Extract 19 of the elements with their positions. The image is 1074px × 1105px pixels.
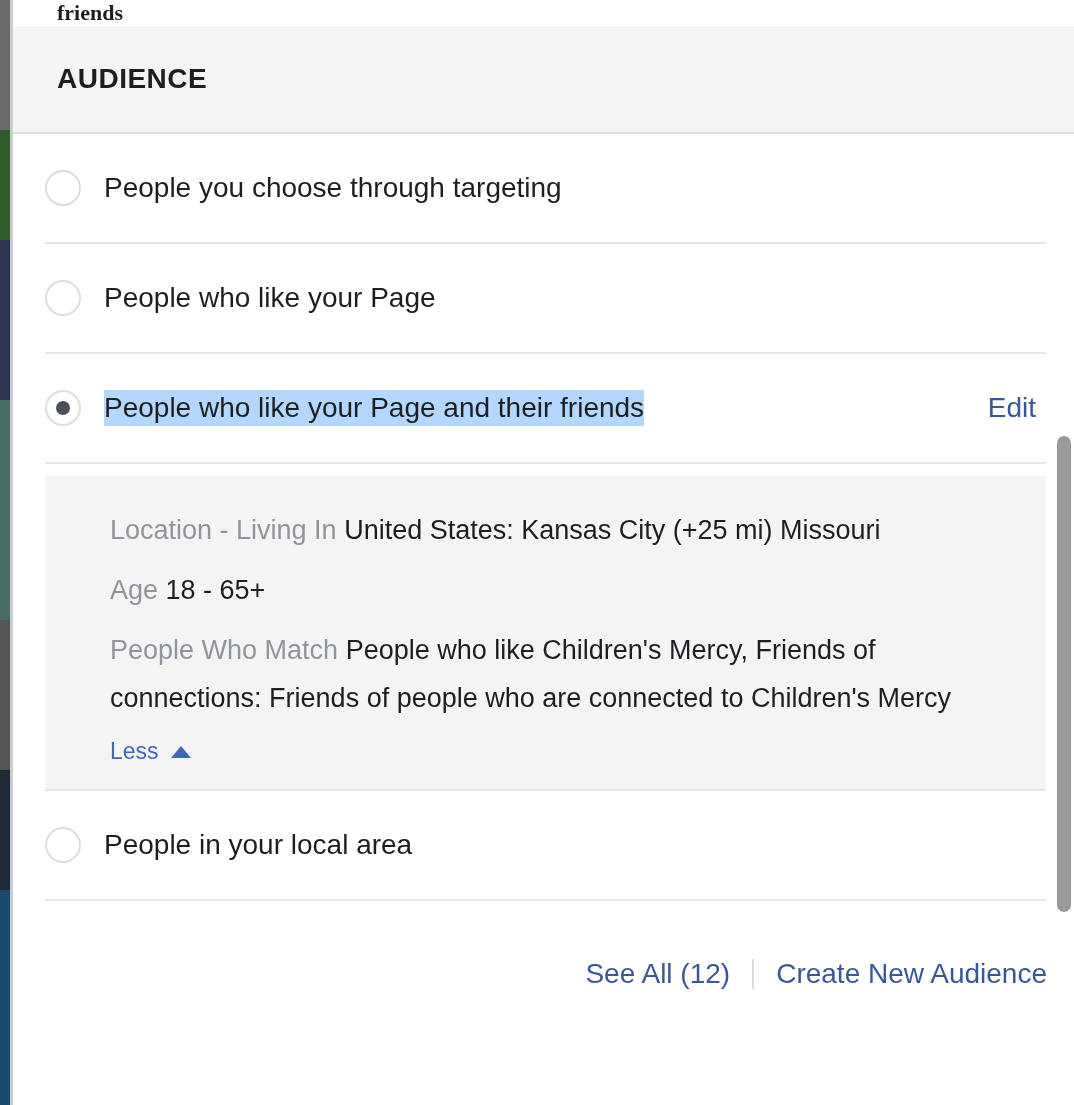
radio-button[interactable] <box>45 390 81 426</box>
detail-text: Age 18 - 65+ <box>110 574 267 607</box>
radio-button[interactable] <box>45 827 81 863</box>
footer-link[interactable]: See All (12) <box>585 958 731 990</box>
radio-button[interactable] <box>45 280 81 316</box>
caret-icon <box>170 745 191 758</box>
option-label[interactable]: People who like your Page and their friends <box>104 390 645 426</box>
less-link[interactable]: Less <box>110 738 191 765</box>
option-label[interactable]: People in your local area <box>104 827 413 863</box>
scrollbar[interactable] <box>1057 436 1071 912</box>
option-label[interactable]: People who like your Page <box>104 280 436 316</box>
footer-link[interactable]: Create New Audience <box>776 958 1047 990</box>
section-title: AUDIENCE <box>57 63 208 95</box>
edit-link[interactable]: Edit <box>987 392 1036 424</box>
option-label[interactable]: People you choose through targeting <box>104 170 562 206</box>
detail-text: Location - Living In United States: Kansas City (+25 mi) Missouri <box>110 514 882 547</box>
detail-text: People Who Match People who like Children's Mercy, Friends of connections: Friends of people who are connected to Children's Mercy <box>110 634 953 715</box>
heading-text: friends <box>56 0 124 26</box>
radio-button[interactable] <box>45 170 81 206</box>
